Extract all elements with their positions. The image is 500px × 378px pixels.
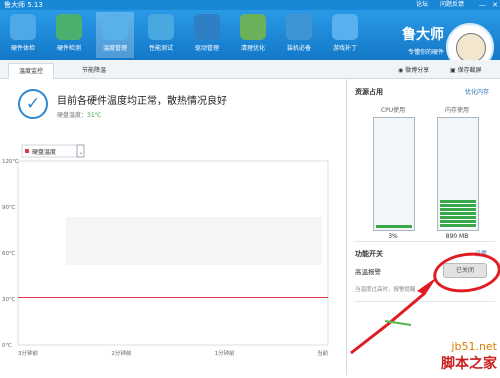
forum-link[interactable]: 论坛 <box>416 1 428 8</box>
save-screenshot-label: 保存截屏 <box>457 67 482 74</box>
tool-temperature[interactable]: 温度管理 <box>96 12 134 58</box>
tool-label: 装机必备 <box>286 45 311 52</box>
tool-hardware-detect[interactable]: 硬件检测 <box>50 12 88 58</box>
tool-label: 性能测试 <box>148 45 173 52</box>
temperature-panel: ✓ 目前各硬件温度均正常，散热情况良好 硬盘温度：31℃ 0℃ 30℃ 60℃ 90℃… <box>0 79 345 375</box>
red-arrow-head-icon <box>417 277 437 295</box>
tab-bar: 温度监控 节能降温 ◉ 微博分享 ▣ 保存截屏 <box>0 60 500 79</box>
x-tick-label: 3分钟前 <box>18 349 38 357</box>
tool-label: 硬件检测 <box>56 45 81 52</box>
tool-label: 温度管理 <box>102 45 127 52</box>
status-message: 目前各硬件温度均正常，散热情况良好 <box>57 96 227 107</box>
tool-label: 游戏补丁 <box>332 45 357 52</box>
close-button[interactable]: ✕ <box>492 1 498 9</box>
y-tick-label: 0℃ <box>2 342 12 349</box>
tool-hardware-checkup[interactable]: 硬件体检 <box>4 12 42 58</box>
feedback-link[interactable]: 问题反馈 <box>440 1 464 8</box>
legend-label: 硬盘温度 <box>32 148 56 156</box>
software-box-icon <box>286 14 312 40</box>
temperature-chart-svg: 0℃ 30℃ 60℃ 90℃ 120℃ 3分钟前 2分钟前 1分钟前 当前 硬盘温度 ⌄ <box>2 144 329 357</box>
thermometer-icon <box>102 14 128 40</box>
hardware-detect-icon <box>56 14 82 40</box>
y-tick-label: 60℃ <box>2 250 15 257</box>
plot-highlight <box>66 217 322 265</box>
legend-swatch <box>25 149 29 153</box>
y-tick-label: 90℃ <box>2 204 15 211</box>
red-arrow-line <box>350 323 388 355</box>
tab-temp-monitor[interactable]: 温度监控 <box>8 63 55 79</box>
title-bar: 鲁大师 5.13 论坛 问题反馈 — ✕ <box>0 0 500 10</box>
watermark-url: jb51.net <box>451 340 497 353</box>
brand-slogan: 专懂你的硬件 <box>407 49 444 56</box>
main-toolbar: 硬件体检 硬件检测 温度管理 性能测试 驱动管理 清理优化 装机必备 游戏补丁 … <box>0 10 500 71</box>
brand: 鲁大师 专懂你的硬件 <box>402 24 444 56</box>
disk-temp-value: 31℃ <box>87 112 102 119</box>
brand-name: 鲁大师 <box>402 27 444 43</box>
red-arrow-shaft <box>386 291 426 327</box>
x-tick-label: 2分钟前 <box>111 349 131 357</box>
mascot-face-icon <box>456 33 486 63</box>
watermark: jb51.net 脚本之家 <box>441 340 497 373</box>
tool-cleanup[interactable]: 清理优化 <box>234 12 272 58</box>
tool-install[interactable]: 装机必备 <box>280 12 318 58</box>
tool-performance[interactable]: 性能测试 <box>142 12 180 58</box>
title-links: 论坛 问题反馈 <box>406 0 464 10</box>
status-detail: 硬盘温度：31℃ <box>57 110 101 119</box>
broom-icon <box>240 14 266 40</box>
checkmark-icon: ✓ <box>18 89 48 119</box>
app-title: 鲁大师 5.13 <box>4 1 43 9</box>
speedometer-icon <box>148 14 174 40</box>
tool-game-patch[interactable]: 游戏补丁 <box>326 12 364 58</box>
gamepad-icon <box>332 14 358 40</box>
weibo-icon: ◉ <box>398 67 404 74</box>
right-sidebar: 资源占用 优化内存 CPU使用 3% 内存使用 890 MB 功能开关 设置 高… <box>346 79 500 375</box>
x-tick-label: 1分钟前 <box>215 349 235 357</box>
tool-label: 硬件体检 <box>10 45 35 52</box>
camera-icon: ▣ <box>450 67 456 74</box>
red-arrow-annotation <box>350 277 437 355</box>
weibo-share-button[interactable]: ◉ 微博分享 <box>398 65 429 74</box>
x-tick-label: 当前 <box>317 349 329 357</box>
temperature-chart: 0℃ 30℃ 60℃ 90℃ 120℃ 3分钟前 2分钟前 1分钟前 当前 硬盘温度 ⌄ <box>0 139 340 375</box>
chevron-down-icon: ⌄ <box>79 149 84 156</box>
disk-temp-label: 硬盘温度： <box>57 112 88 119</box>
save-screenshot-button[interactable]: ▣ 保存截屏 <box>450 65 482 74</box>
minimize-button[interactable]: — <box>479 1 486 9</box>
tab-energy-saving[interactable]: 节能降温 <box>72 63 116 78</box>
window-controls: — ✕ <box>475 0 498 10</box>
weibo-share-label: 微博分享 <box>405 67 430 74</box>
y-tick-label: 120℃ <box>2 158 19 165</box>
watermark-site: 脚本之家 <box>441 356 497 372</box>
tool-label: 驱动管理 <box>194 45 219 52</box>
driver-icon <box>194 14 220 40</box>
tool-driver[interactable]: 驱动管理 <box>188 12 226 58</box>
hardware-checkup-icon <box>10 14 36 40</box>
tool-label: 清理优化 <box>240 45 265 52</box>
y-tick-label: 30℃ <box>2 296 15 303</box>
